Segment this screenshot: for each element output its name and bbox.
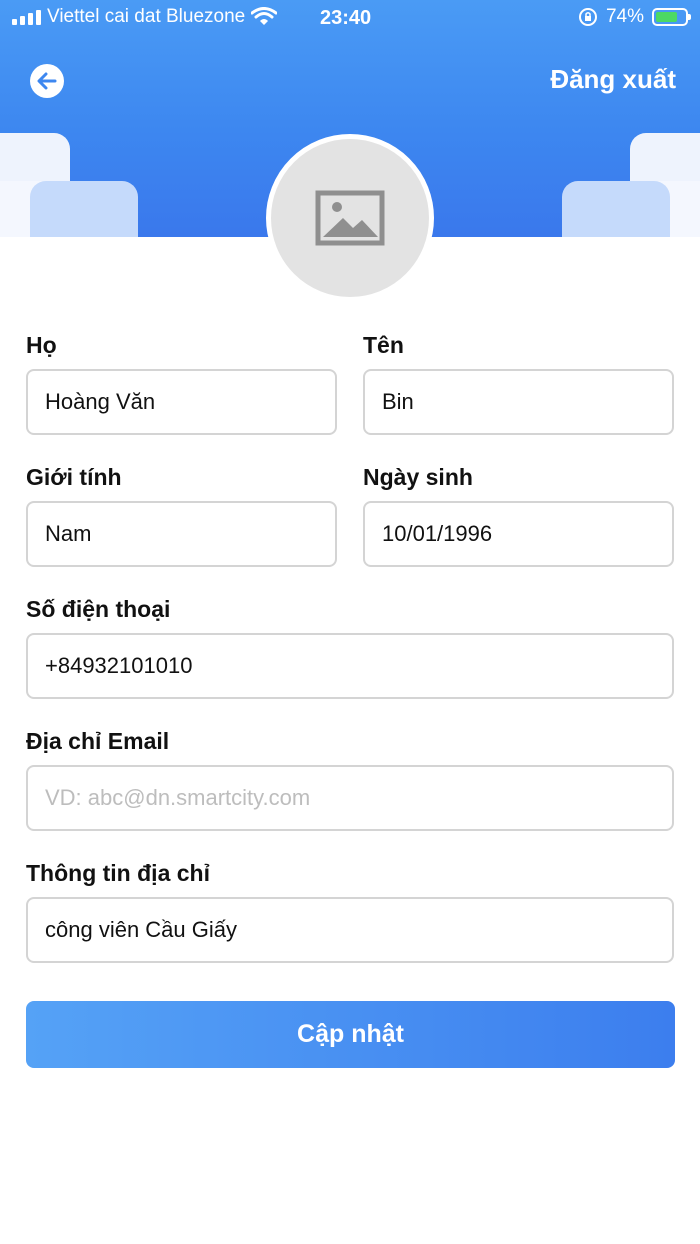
- first-name-label: Tên: [363, 332, 404, 358]
- signal-icon: [12, 9, 41, 25]
- gender-label: Giới tính: [26, 464, 122, 490]
- rotation-lock-icon: [578, 8, 597, 26]
- battery-fill: [656, 12, 677, 22]
- status-time: 23:40: [320, 7, 372, 29]
- last-name-field[interactable]: Hoàng Văn: [26, 369, 337, 435]
- first-name-field[interactable]: Bin: [363, 369, 674, 435]
- phone-field[interactable]: +84932101010: [26, 633, 674, 699]
- avatar[interactable]: [266, 134, 434, 302]
- address-label: Thông tin địa chỉ: [26, 860, 210, 886]
- decor-block: [562, 181, 670, 237]
- battery-icon: [652, 8, 691, 26]
- wifi-icon: [251, 7, 278, 25]
- status-bar: Viettel cai dat Bluezone 23:40 74%: [0, 0, 700, 36]
- arrow-left-icon: [37, 72, 57, 90]
- last-name-label: Họ: [26, 332, 57, 358]
- decor-block: [30, 181, 138, 237]
- update-button[interactable]: Cập nhật: [26, 1001, 675, 1068]
- birthday-label: Ngày sinh: [363, 464, 473, 490]
- image-placeholder-icon: [315, 190, 385, 246]
- carrier-name: Viettel cai dat Bluezone: [47, 6, 246, 27]
- birthday-field[interactable]: 10/01/1996: [363, 501, 674, 567]
- back-button[interactable]: [30, 64, 64, 98]
- email-field[interactable]: VD: abc@dn.smartcity.com: [26, 765, 674, 831]
- logout-button[interactable]: Đăng xuất: [550, 64, 676, 95]
- email-label: Địa chỉ Email: [26, 728, 170, 754]
- address-field[interactable]: công viên Cầu Giấy: [26, 897, 674, 963]
- battery-percent: 74%: [605, 6, 644, 27]
- gender-field[interactable]: Nam: [26, 501, 337, 567]
- phone-label: Số điện thoại: [26, 596, 171, 622]
